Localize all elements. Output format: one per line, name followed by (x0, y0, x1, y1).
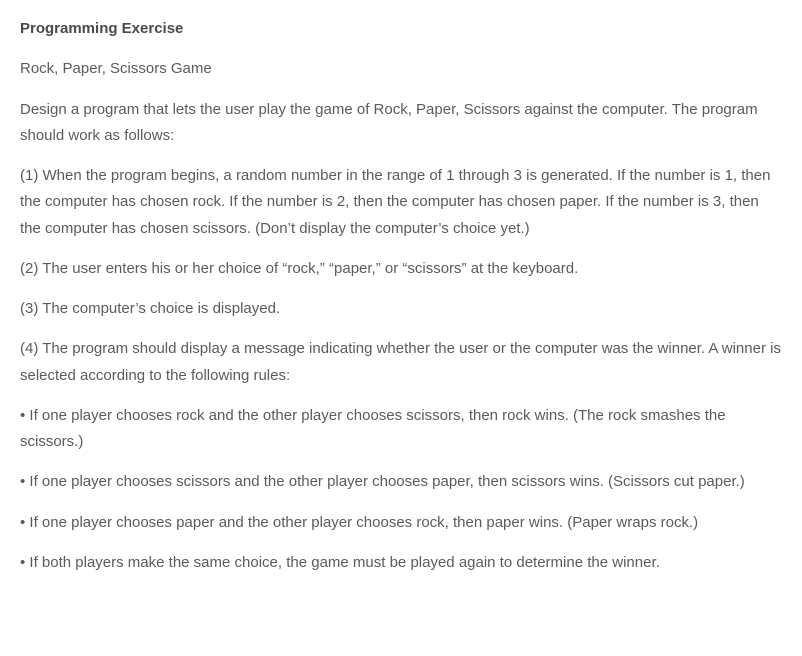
step-2: (2) The user enters his or her choice of… (20, 256, 782, 282)
document-subtitle: Rock, Paper, Scissors Game (20, 56, 782, 82)
intro-paragraph: Design a program that lets the user play… (20, 97, 782, 150)
step-4: (4) The program should display a message… (20, 336, 782, 389)
rule-4: • If both players make the same choice, … (20, 550, 782, 576)
step-3: (3) The computer’s choice is displayed. (20, 296, 782, 322)
rule-2: • If one player chooses scissors and the… (20, 469, 782, 495)
step-1: (1) When the program begins, a random nu… (20, 163, 782, 242)
rule-3: • If one player chooses paper and the ot… (20, 510, 782, 536)
document-title: Programming Exercise (20, 16, 782, 42)
rule-1: • If one player chooses rock and the oth… (20, 403, 782, 456)
